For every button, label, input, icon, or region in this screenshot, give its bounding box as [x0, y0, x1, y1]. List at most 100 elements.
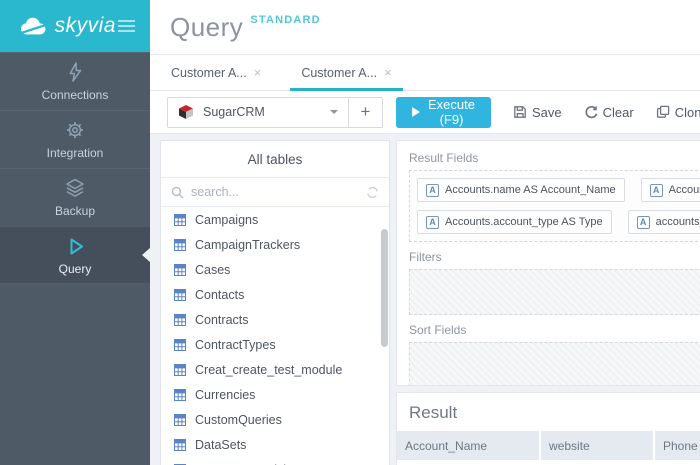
page-header: Query STANDARD	[150, 0, 700, 55]
search-input[interactable]	[191, 185, 359, 199]
connection-select[interactable]: SugarCRM	[168, 98, 348, 127]
table-name: CustomQueries	[195, 413, 282, 427]
field-chip[interactable]: A Accounts.website	[641, 178, 700, 202]
result-fields-drop-area[interactable]: A Accounts.name AS Account_Name A Accoun…	[409, 170, 700, 242]
lightning-icon	[64, 61, 86, 83]
table-icon	[174, 339, 186, 351]
sidebar-item-backup[interactable]: Backup	[0, 168, 150, 226]
sidebar-item-integration[interactable]: Integration	[0, 110, 150, 168]
tab-label: Customer A...	[171, 66, 247, 80]
column-header-website[interactable]: website	[541, 431, 653, 460]
play-icon	[412, 107, 420, 117]
tables-scrollbar[interactable]	[381, 229, 388, 347]
filters-drop-area[interactable]	[409, 269, 700, 315]
table-list-item[interactable]: CampaignTrackers	[161, 232, 389, 257]
table-list-item[interactable]: ContractTypes	[161, 332, 389, 357]
result-panel: Result Account_Name website Phone	[396, 392, 700, 465]
clone-button[interactable]: Clone	[656, 105, 700, 120]
field-chip[interactable]: A accounts_assigned_use	[628, 210, 700, 234]
connection-name: SugarCRM	[203, 105, 321, 119]
table-name: Cases	[195, 263, 230, 277]
search-row	[161, 178, 389, 207]
field-chip[interactable]: A Accounts.account_type AS Type	[417, 210, 612, 234]
skyvia-logo[interactable]: skyvia	[0, 0, 150, 52]
layers-icon	[64, 177, 86, 199]
table-name: Contacts	[195, 288, 244, 302]
tab-customer-2[interactable]: Customer A... ×	[290, 55, 402, 90]
table-icon	[174, 439, 186, 451]
plan-badge: STANDARD	[250, 14, 321, 26]
table-list-item[interactable]: DocumentRevisions	[161, 457, 389, 465]
field-chip[interactable]: A Accounts.name AS Account_Name	[417, 178, 625, 202]
sidebar-item-label: Connections	[42, 88, 109, 102]
sidebar-item-connections[interactable]: Connections	[0, 52, 150, 110]
table-icon	[174, 214, 186, 226]
table-icon	[174, 314, 186, 326]
table-list-item[interactable]: Campaigns	[161, 207, 389, 232]
table-icon	[174, 364, 186, 376]
table-list-item[interactable]: Creat_create_test_module	[161, 357, 389, 382]
sort-fields-drop-area[interactable]	[409, 342, 700, 386]
table-list-item[interactable]: Contracts	[161, 307, 389, 332]
table-name: ContractTypes	[195, 338, 276, 352]
sidebar: skyvia Connections Integration Backup	[0, 0, 150, 465]
tables-list: Campaigns CampaignTrackers Cases Contact…	[161, 207, 389, 465]
table-icon	[174, 239, 186, 251]
tables-panel-title: All tables	[161, 141, 389, 178]
table-list-item[interactable]: Currencies	[161, 382, 389, 407]
connection-group: SugarCRM +	[167, 97, 383, 128]
save-button[interactable]: Save	[513, 105, 562, 120]
field-type-icon: A	[637, 216, 650, 229]
query-builder-panel: Result Fields A Accounts.name AS Account…	[396, 140, 700, 386]
table-list-item[interactable]: Contacts	[161, 282, 389, 307]
query-tabs-bar: Customer A... × Customer A... ×	[150, 55, 700, 91]
refresh-icon[interactable]	[366, 186, 379, 199]
field-type-icon: A	[426, 184, 439, 197]
close-icon[interactable]: ×	[254, 66, 262, 79]
page-title: Query	[170, 12, 243, 43]
table-list-item[interactable]: Cases	[161, 257, 389, 282]
chips-row: A Accounts.account_type AS Type A accoun…	[417, 210, 700, 234]
table-list-item[interactable]: CustomQueries	[161, 407, 389, 432]
field-chip-label: Accounts.website	[669, 184, 700, 196]
execute-button[interactable]: Execute (F9)	[396, 97, 491, 128]
gear-icon	[64, 119, 86, 141]
filters-label: Filters	[409, 250, 700, 264]
column-header-phone[interactable]: Phone	[655, 431, 700, 460]
cloud-logo-icon	[17, 14, 49, 39]
save-icon	[513, 105, 527, 119]
table-name: Campaigns	[195, 213, 258, 227]
query-toolbar: SugarCRM + Execute (F9) Save	[150, 91, 700, 134]
table-name: DataSets	[195, 438, 246, 452]
menu-icon[interactable]	[116, 16, 137, 36]
table-list-item[interactable]: DataSets	[161, 432, 389, 457]
tab-customer-1[interactable]: Customer A... ×	[160, 55, 272, 90]
clear-button[interactable]: Clear	[584, 105, 634, 120]
table-name: CampaignTrackers	[195, 238, 300, 252]
result-title: Result	[397, 393, 700, 431]
table-name: Creat_create_test_module	[195, 363, 342, 377]
close-icon[interactable]: ×	[384, 66, 392, 79]
tab-label: Customer A...	[301, 66, 377, 80]
table-icon	[174, 264, 186, 276]
field-type-icon: A	[426, 216, 439, 229]
clear-icon	[584, 105, 598, 119]
table-name: Contracts	[195, 313, 249, 327]
chevron-down-icon	[330, 110, 338, 118]
result-fields-label: Result Fields	[409, 151, 700, 165]
play-icon	[64, 235, 86, 257]
chips-row: A Accounts.name AS Account_Name A Accoun…	[417, 178, 700, 202]
table-icon	[174, 389, 186, 401]
column-header-account-name[interactable]: Account_Name	[397, 431, 539, 460]
save-label: Save	[532, 105, 562, 120]
field-chip-label: Accounts.name AS Account_Name	[445, 184, 616, 196]
skyvia-app: skyvia Connections Integration Backup	[0, 0, 700, 465]
sidebar-item-query[interactable]: Query	[0, 226, 150, 284]
table-icon	[174, 414, 186, 426]
add-connection-button[interactable]: +	[348, 98, 382, 127]
field-chip-label: Accounts.account_type AS Type	[445, 216, 603, 228]
sort-fields-label: Sort Fields	[409, 323, 700, 337]
field-type-icon: A	[650, 184, 663, 197]
sidebar-item-label: Integration	[47, 146, 104, 160]
sidebar-item-label: Backup	[55, 204, 95, 218]
